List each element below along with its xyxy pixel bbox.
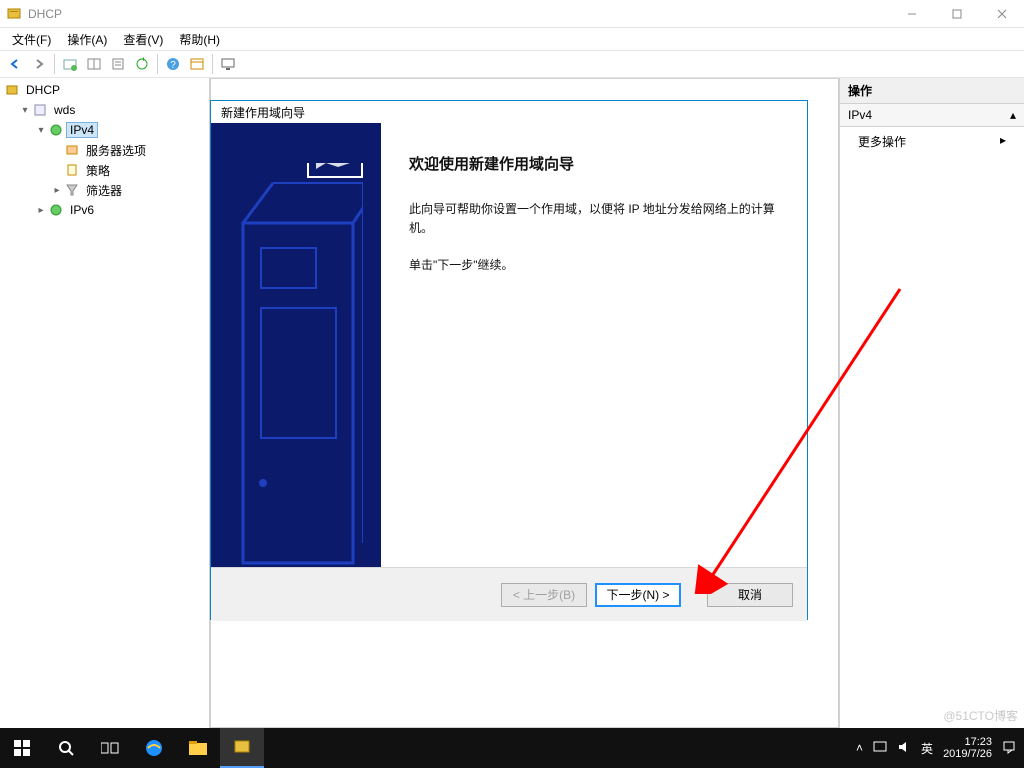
tray-volume-icon[interactable] xyxy=(897,740,911,757)
toolbar-calendar-button[interactable] xyxy=(186,53,208,75)
collapse-icon[interactable]: ▾ xyxy=(34,123,48,137)
tree-filters[interactable]: ▸ 筛选器 xyxy=(0,180,209,200)
actions-header: 操作 xyxy=(840,78,1024,104)
cancel-button[interactable]: 取消 xyxy=(707,583,793,607)
tree-server-options[interactable]: 服务器选项 xyxy=(0,140,209,160)
menu-file[interactable]: 文件(F) xyxy=(4,29,59,50)
actions-more-label: 更多操作 xyxy=(858,135,906,149)
minimize-button[interactable] xyxy=(889,0,934,28)
tree-label: wds xyxy=(50,102,79,118)
close-button[interactable] xyxy=(979,0,1024,28)
svg-text:?: ? xyxy=(170,60,176,71)
toolbar-properties-button[interactable] xyxy=(107,53,129,75)
wizard-banner xyxy=(211,123,381,567)
app-icon xyxy=(6,6,22,22)
menu-help[interactable]: 帮助(H) xyxy=(171,29,228,50)
tree-ipv6[interactable]: ▸ IPv6 xyxy=(0,200,209,220)
maximize-button[interactable] xyxy=(934,0,979,28)
tray-chevron-icon[interactable]: ˄ xyxy=(856,741,863,755)
window-title: DHCP xyxy=(28,7,889,21)
toolbar-add-button[interactable] xyxy=(59,53,81,75)
menu-action[interactable]: 操作(A) xyxy=(59,29,115,50)
actions-selection-label: IPv4 xyxy=(848,108,872,122)
taskbar-explorer[interactable] xyxy=(176,728,220,768)
ipv6-icon xyxy=(48,202,64,218)
chevron-up-icon: ▴ xyxy=(1010,108,1016,122)
expand-icon[interactable]: ▸ xyxy=(34,203,48,217)
nav-back-button[interactable] xyxy=(4,53,26,75)
toolbar-help-button[interactable]: ? xyxy=(162,53,184,75)
menu-view[interactable]: 查看(V) xyxy=(115,29,171,50)
toolbar-monitor-button[interactable] xyxy=(217,53,239,75)
clock-date: 2019/7/26 xyxy=(943,748,992,760)
start-button[interactable] xyxy=(0,728,44,768)
chevron-right-icon: ▸ xyxy=(1000,133,1006,147)
taskbar-dhcp[interactable] xyxy=(220,728,264,768)
ipv4-icon xyxy=(48,122,64,138)
wizard-description: 此向导可帮助你设置一个作用域，以便将 IP 地址分发给网络上的计算机。 xyxy=(409,200,779,238)
wizard-title: 新建作用域向导 xyxy=(211,101,807,123)
window-titlebar: DHCP xyxy=(0,0,1024,28)
wizard-heading: 欢迎使用新建作用域向导 xyxy=(409,153,779,174)
taskview-button[interactable] xyxy=(88,728,132,768)
filters-icon xyxy=(64,182,80,198)
search-button[interactable] xyxy=(44,728,88,768)
toolbar-refresh-button[interactable] xyxy=(131,53,153,75)
tree-label: 筛选器 xyxy=(82,181,126,200)
tray-notifications-icon[interactable] xyxy=(1002,740,1016,757)
wizard-content: 欢迎使用新建作用域向导 此向导可帮助你设置一个作用域，以便将 IP 地址分发给网… xyxy=(381,123,807,567)
options-icon xyxy=(64,142,80,158)
taskbar: ˄ 英 17:23 2019/7/26 xyxy=(0,728,1024,768)
policies-icon xyxy=(64,162,80,178)
taskbar-ie[interactable] xyxy=(132,728,176,768)
expand-icon[interactable]: ▸ xyxy=(50,183,64,197)
tree-root-dhcp[interactable]: DHCP xyxy=(0,80,209,100)
tree-label: IPv6 xyxy=(66,202,98,218)
content-pane: 新建作用域向导 xyxy=(210,78,840,728)
actions-selection[interactable]: IPv4 ▴ xyxy=(840,104,1024,127)
tree-policies[interactable]: 策略 xyxy=(0,160,209,180)
server-icon xyxy=(32,102,48,118)
tray-ime[interactable]: 英 xyxy=(921,740,933,757)
tree-server[interactable]: ▾ wds xyxy=(0,100,209,120)
tree-label: DHCP xyxy=(22,82,64,98)
tray-clock[interactable]: 17:23 2019/7/26 xyxy=(943,736,992,760)
clock-time: 17:23 xyxy=(943,736,992,748)
tree-label: 服务器选项 xyxy=(82,141,150,160)
system-tray: ˄ 英 17:23 2019/7/26 xyxy=(856,736,1024,760)
collapse-icon[interactable]: ▾ xyxy=(18,103,32,117)
new-scope-wizard-dialog: 新建作用域向导 xyxy=(210,100,808,620)
actions-more[interactable]: 更多操作 ▸ xyxy=(840,127,1024,156)
tree-label: 策略 xyxy=(82,161,114,180)
menubar: 文件(F) 操作(A) 查看(V) 帮助(H) xyxy=(0,28,1024,50)
nav-forward-button[interactable] xyxy=(28,53,50,75)
toolbar-window-button[interactable] xyxy=(83,53,105,75)
tree-pane[interactable]: DHCP ▾ wds ▾ IPv4 服务器选项 策略 ▸ 筛选器 ▸ xyxy=(0,78,210,728)
dhcp-icon xyxy=(4,82,20,98)
tray-network-icon[interactable] xyxy=(873,740,887,757)
actions-pane: 操作 IPv4 ▴ 更多操作 ▸ xyxy=(840,78,1024,728)
tree-label: IPv4 xyxy=(66,122,98,138)
toolbar: ? xyxy=(0,50,1024,78)
back-button: < 上一步(B) xyxy=(501,583,587,607)
wizard-banner-graphic xyxy=(233,163,363,583)
tree-ipv4[interactable]: ▾ IPv4 xyxy=(0,120,209,140)
wizard-continue-hint: 单击"下一步"继续。 xyxy=(409,256,779,275)
next-button[interactable]: 下一步(N) > xyxy=(595,583,681,607)
